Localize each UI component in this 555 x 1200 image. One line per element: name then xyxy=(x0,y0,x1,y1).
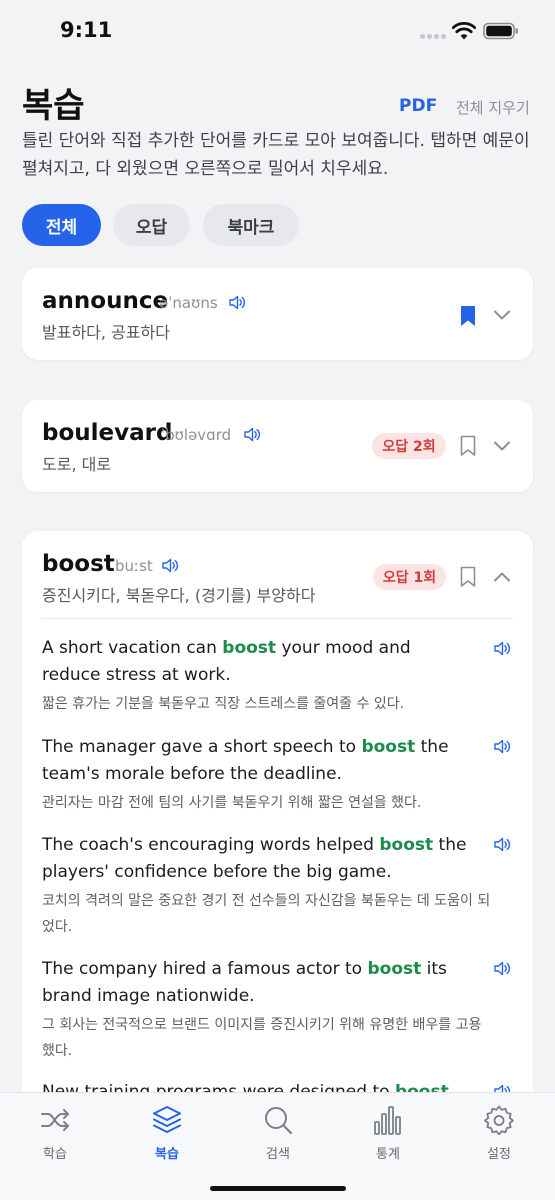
speaker-icon[interactable] xyxy=(162,558,179,573)
tab-label: 설정 xyxy=(487,1147,511,1162)
tab-study[interactable]: 학습 xyxy=(15,1103,95,1163)
tab-label: 검색 xyxy=(266,1147,290,1162)
filter-tab-bookmark[interactable]: 북마크 xyxy=(203,204,299,246)
filter-tab-wrong[interactable]: 오답 xyxy=(113,204,190,246)
example-item: A short vacation can boost your mood and… xyxy=(42,635,472,717)
word-text: boost xyxy=(42,551,115,577)
status-time: 9:11 xyxy=(60,18,113,42)
speaker-icon[interactable] xyxy=(229,295,246,310)
example-korean: 관리자는 마감 전에 팀의 사기를 북돋우기 위해 짧은 연설을 했다. xyxy=(42,795,422,811)
page-title: 복습 xyxy=(22,86,85,126)
chevron-down-icon[interactable] xyxy=(493,309,511,321)
wrong-count-badge: 오답 2회 xyxy=(372,433,446,459)
card-divider xyxy=(42,618,513,619)
word-text: boulevard xyxy=(42,420,173,446)
cellular-signal-icon xyxy=(420,34,446,40)
clear-all-button[interactable]: 전체 지우기 xyxy=(456,97,530,118)
battery-icon xyxy=(483,22,518,40)
layers-icon xyxy=(153,1106,181,1133)
bar-chart-icon xyxy=(374,1106,401,1135)
example-korean: 그 회사는 전국적으로 브랜드 이미지를 증진시키기 위해 유명한 배우를 고용… xyxy=(42,1017,482,1059)
speaker-icon[interactable] xyxy=(494,837,511,852)
phonetic-text: ˈbʊləvɑrd xyxy=(161,426,232,444)
highlighted-word: boost xyxy=(367,959,422,979)
word-card-announce[interactable]: announce əˈnaʊns 발표하다, 공표하다 xyxy=(22,268,533,360)
example-english: The manager gave a short speech to boost… xyxy=(42,737,449,784)
wrong-count-badge: 오답 1회 xyxy=(373,564,446,590)
highlighted-word: boost xyxy=(379,835,434,855)
bookmark-outline-icon[interactable] xyxy=(460,435,476,457)
example-english: The coach's encouraging words helped boo… xyxy=(42,835,467,882)
example-item: The manager gave a short speech to boost… xyxy=(42,734,472,816)
phonetic-text: əˈnaʊns xyxy=(159,294,218,312)
filter-tab-all[interactable]: 전체 xyxy=(22,204,101,246)
home-indicator xyxy=(210,1186,346,1191)
example-korean: 짧은 휴가는 기분을 북돋우고 직장 스트레스를 줄여줄 수 있다. xyxy=(42,696,405,712)
phonetic-text: buːst xyxy=(115,557,153,575)
example-item: The coach's encouraging words helped boo… xyxy=(42,832,494,940)
speaker-icon[interactable] xyxy=(244,427,261,442)
highlighted-word: boost xyxy=(222,638,277,658)
example-korean: 코치의 격려의 말은 중요한 경기 전 선수들의 자신감을 북돋우는 데 도움이… xyxy=(42,893,491,935)
tab-label: 통계 xyxy=(376,1147,400,1162)
tab-label: 학습 xyxy=(43,1147,67,1162)
bookmark-filled-icon[interactable] xyxy=(460,305,476,327)
tab-search[interactable]: 검색 xyxy=(238,1103,318,1163)
word-text: announce xyxy=(42,288,169,314)
tab-stats[interactable]: 통계 xyxy=(348,1103,428,1163)
search-icon xyxy=(265,1107,293,1135)
page-description: 틀린 단어와 직접 추가한 단어를 카드로 모아 보여줍니다. 탭하면 예문이 … xyxy=(22,131,530,179)
word-card-boulevard[interactable]: boulevard ˈbʊləvɑrd 도로, 대로 오답 2회 xyxy=(22,400,533,492)
tab-label: 복습 xyxy=(155,1147,179,1162)
bottom-tab-bar: 학습 복습 검색 통계 설정 xyxy=(0,1092,555,1200)
meaning-text: 증진시키다, 북돋우다, (경기를) 부양하다 xyxy=(42,586,316,605)
chevron-up-icon[interactable] xyxy=(493,571,511,583)
wifi-icon xyxy=(452,22,476,40)
status-bar: 9:11 xyxy=(0,0,555,64)
example-english: The company hired a famous actor to boos… xyxy=(42,959,447,1006)
chevron-down-icon[interactable] xyxy=(493,440,511,452)
tab-review[interactable]: 복습 xyxy=(127,1103,207,1163)
shuffle-icon xyxy=(41,1109,69,1131)
word-card-boost[interactable]: boost buːst 증진시키다, 북돋우다, (경기를) 부양하다 오답 1… xyxy=(22,531,533,1131)
meaning-text: 발표하다, 공표하다 xyxy=(42,323,170,342)
gear-icon xyxy=(484,1105,514,1135)
speaker-icon[interactable] xyxy=(494,641,511,656)
pdf-button[interactable]: PDF xyxy=(399,96,437,116)
example-item: The company hired a famous actor to boos… xyxy=(42,956,494,1064)
highlighted-word: boost xyxy=(361,737,416,757)
example-english: A short vacation can boost your mood and… xyxy=(42,638,411,685)
meaning-text: 도로, 대로 xyxy=(42,455,112,474)
speaker-icon[interactable] xyxy=(494,961,511,976)
speaker-icon[interactable] xyxy=(494,739,511,754)
bookmark-outline-icon[interactable] xyxy=(460,566,476,588)
tab-settings[interactable]: 설정 xyxy=(459,1103,539,1163)
